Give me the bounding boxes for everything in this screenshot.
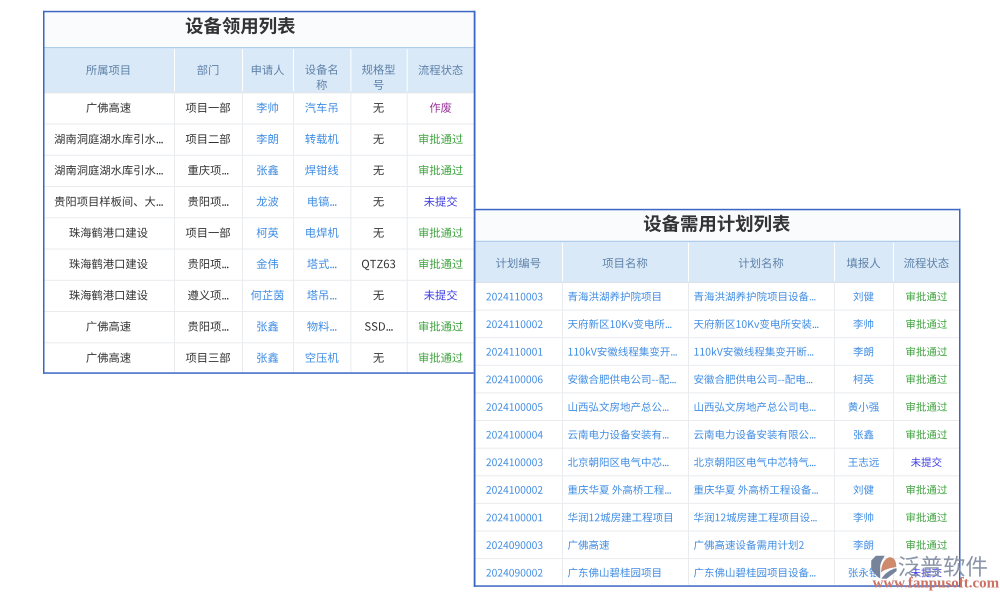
svg-text:www.fanpusoft.com: www.fanpusoft.com (873, 576, 1000, 592)
